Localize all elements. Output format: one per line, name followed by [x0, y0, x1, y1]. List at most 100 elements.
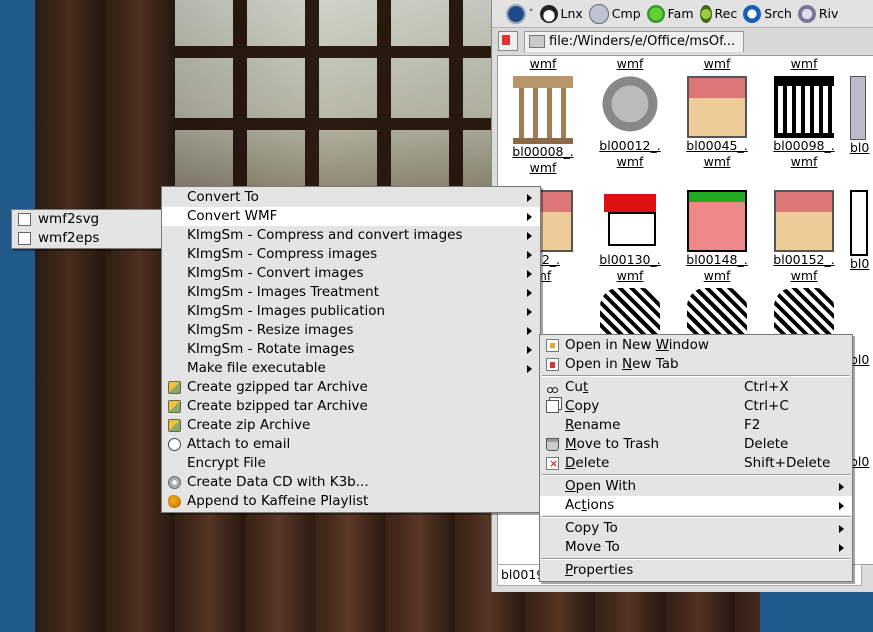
file-item[interactable]: bl00098_. wmf	[763, 76, 845, 170]
submenu-arrow-icon	[527, 251, 532, 259]
menu-item-kimgsm-convert[interactable]: KImgSm - Convert images	[162, 264, 540, 283]
kaffeine-icon	[168, 495, 181, 508]
archive-icon	[168, 381, 181, 394]
menu-separator	[542, 474, 850, 476]
menu-item-move-to[interactable]: Move To	[540, 538, 852, 557]
toolbar-rec-button[interactable]: Rec	[699, 4, 737, 23]
building-image-icon	[850, 190, 868, 256]
search-icon	[743, 4, 762, 23]
submenu-arrow-icon	[527, 308, 532, 316]
menu-item-create-zip-archive[interactable]: Create zip Archive	[162, 416, 540, 435]
menu-item-kaffeine-playlist[interactable]: Append to Kaffeine Playlist	[162, 492, 540, 511]
river-icon	[797, 4, 816, 23]
file-item[interactable]: bl00130_. wmf	[589, 190, 671, 284]
shortcut-label: F2	[744, 417, 761, 433]
menu-item-copy[interactable]: Copy Ctrl+C	[540, 397, 852, 416]
menu-separator	[542, 375, 850, 377]
menu-item-actions[interactable]: Actions	[540, 496, 852, 515]
statue-image-icon	[600, 76, 660, 138]
archive-icon	[168, 400, 181, 413]
menu-item-delete[interactable]: Delete Shift+Delete	[540, 454, 852, 473]
folder-icon	[529, 35, 545, 48]
submenu-arrow-icon	[527, 232, 532, 240]
building-image-icon	[850, 76, 866, 140]
file-item[interactable]: wmf	[676, 56, 758, 72]
file-item[interactable]: wmf	[502, 56, 584, 72]
shortcut-label: Ctrl+X	[744, 379, 789, 395]
building-image-icon	[774, 190, 834, 252]
close-tab-button[interactable]	[498, 31, 518, 51]
file-item[interactable]: bl00152_. wmf	[763, 190, 845, 284]
file-item[interactable]: wmf	[589, 56, 671, 72]
trash-icon	[546, 438, 559, 451]
file-item[interactable]: wmf	[763, 56, 845, 72]
menu-item-rename[interactable]: Rename F2	[540, 416, 852, 435]
menu-item-convert-to[interactable]: Convert To	[162, 188, 540, 207]
menu-item-attach-email[interactable]: Attach to email	[162, 435, 540, 454]
file-item[interactable]: bl00045_. wmf	[676, 76, 758, 170]
menu-item-create-data-cd[interactable]: Create Data CD with K3b...	[162, 473, 540, 492]
menu-item-open-new-window[interactable]: Open in New Window	[540, 336, 852, 355]
file-item[interactable]: bl00148_. wmf	[676, 190, 758, 284]
file-item[interactable]: bl00008_. wmf	[502, 76, 584, 176]
red-house-image-icon	[600, 190, 660, 252]
menu-item-wmf2svg[interactable]: wmf2svg	[12, 210, 162, 229]
scissors-icon	[546, 381, 559, 394]
menu-item-create-gzip-archive[interactable]: Create gzipped tar Archive	[162, 378, 540, 397]
delete-icon	[546, 454, 559, 473]
computer-icon	[588, 3, 609, 24]
menu-item-move-to-trash[interactable]: Move to Trash Delete	[540, 435, 852, 454]
submenu-arrow-icon	[527, 289, 532, 297]
toolbar-lnx-button[interactable]: Lnx	[539, 4, 583, 23]
menu-item-kimgsm-compress[interactable]: KImgSm - Compress images	[162, 245, 540, 264]
toolbar-riv-button[interactable]: Riv	[797, 4, 838, 23]
submenu-arrow-icon	[839, 502, 844, 510]
archive-icon	[168, 419, 181, 432]
script-icon	[18, 232, 31, 245]
menu-item-properties[interactable]: Properties	[540, 561, 852, 580]
menu-item-copy-to[interactable]: Copy To	[540, 519, 852, 538]
menu-item-kimgsm-publication[interactable]: KImgSm - Images publication	[162, 302, 540, 321]
menu-item-cut[interactable]: Cut Ctrl+X	[540, 378, 852, 397]
menu-item-encrypt-file[interactable]: Encrypt File	[162, 454, 540, 473]
file-item[interactable]: bl0	[850, 76, 873, 156]
menu-separator	[542, 516, 850, 518]
menu-item-kimgsm-rotate[interactable]: KImgSm - Rotate images	[162, 340, 540, 359]
copy-icon	[546, 400, 559, 413]
tux-icon	[539, 4, 558, 23]
menu-item-kimgsm-resize[interactable]: KImgSm - Resize images	[162, 321, 540, 340]
menu-item-convert-wmf[interactable]: Convert WMF	[162, 207, 540, 226]
menu-item-create-bzip-archive[interactable]: Create bzipped tar Archive	[162, 397, 540, 416]
actions-submenu: Convert To Convert WMF KImgSm - Compress…	[161, 186, 541, 513]
location-bar: file:/Winders/e/Office/msOf...	[492, 29, 873, 53]
recycle-icon	[699, 4, 712, 23]
menu-item-kimgsm-treatment[interactable]: KImgSm - Images Treatment	[162, 283, 540, 302]
location-tab[interactable]: file:/Winders/e/Office/msOf...	[524, 30, 745, 52]
cd-icon	[168, 476, 181, 489]
menu-item-kimgsm-compress-convert[interactable]: KImgSm - Compress and convert images	[162, 226, 540, 245]
menu-item-open-with[interactable]: Open With	[540, 477, 852, 496]
menu-item-open-new-tab[interactable]: Open in New Tab	[540, 355, 852, 374]
toolbar-fam-button[interactable]: Fam	[646, 4, 694, 23]
file-item[interactable]: bl0	[850, 352, 873, 368]
submenu-arrow-icon	[839, 544, 844, 552]
submenu-arrow-icon	[527, 194, 532, 202]
toolbar-srch-button[interactable]: Srch	[743, 4, 792, 23]
file-item[interactable]: bl00012_. wmf	[589, 76, 671, 170]
menu-item-make-executable[interactable]: Make file executable	[162, 359, 540, 378]
convert-wmf-submenu: wmf2svg wmf2eps	[11, 209, 163, 249]
file-item[interactable]: bl0	[850, 190, 873, 272]
menu-item-wmf2eps[interactable]: wmf2eps	[12, 229, 162, 248]
location-tab-label: file:/Winders/e/Office/msOf...	[549, 34, 736, 49]
script-icon	[18, 213, 31, 226]
submenu-arrow-icon	[527, 213, 532, 221]
submenu-arrow-icon	[527, 365, 532, 373]
toolbar-cmp-button[interactable]: Cmp	[588, 3, 641, 24]
submenu-arrow-icon	[527, 270, 532, 278]
submenu-arrow-icon	[527, 346, 532, 354]
temple-image-icon	[774, 76, 834, 138]
shortcut-label: Delete	[744, 436, 789, 452]
toolbar-home-button[interactable]: ˅	[506, 3, 534, 24]
file-item[interactable]: bl0	[850, 454, 873, 470]
new-window-icon	[546, 339, 559, 352]
